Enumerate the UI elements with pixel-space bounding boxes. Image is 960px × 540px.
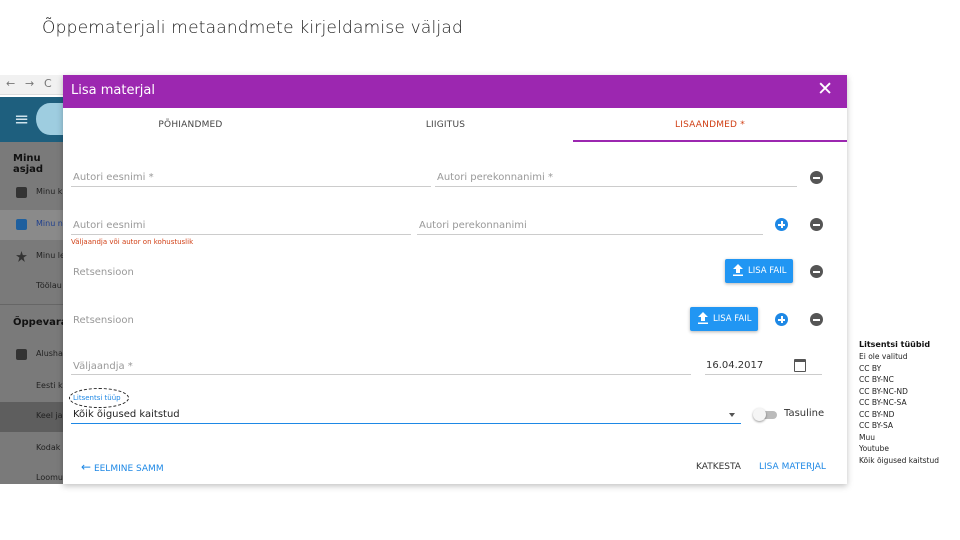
- app-header: ≡: [0, 97, 65, 142]
- add-material-button[interactable]: LISA MATERJAL: [759, 462, 826, 472]
- list-item: CC BY-NC-ND: [859, 386, 908, 396]
- sidebar-item-label: Kodak: [36, 443, 61, 452]
- add-file-button[interactable]: LISA FAIL: [725, 259, 793, 283]
- remove-author-button[interactable]: [810, 171, 823, 184]
- sidebar-divider: [0, 304, 65, 305]
- hamburger-menu-icon[interactable]: ≡: [14, 109, 29, 130]
- sidebar-item-5[interactable]: Alusha: [0, 340, 65, 370]
- toggle-knob: [753, 408, 766, 421]
- add-material-dialog: Lisa materjal ✕ PÕHIANDMED LIIGITUS LISA…: [63, 75, 847, 484]
- sidebar-item-2[interactable]: Minu n: [0, 210, 65, 240]
- add-review-button[interactable]: [775, 313, 788, 326]
- list-item: CC BY: [859, 363, 882, 373]
- sidebar-item-label: Alusha: [36, 349, 63, 358]
- field-underline: [435, 186, 797, 187]
- tab-additional-info[interactable]: LISAANDMED *: [573, 108, 847, 142]
- license-type-select[interactable]: Kõik õigused kaitstud: [73, 409, 180, 420]
- previous-step-label: EELMINE SAMM: [93, 464, 164, 474]
- author-last-name-field[interactable]: Autori perekonnanimi: [419, 220, 527, 231]
- sidebar-section-my-stuff: Minu asjad: [13, 153, 44, 175]
- sidebar-item-1[interactable]: Minu k: [0, 178, 65, 208]
- sidebar-item-9[interactable]: Loomu: [0, 464, 65, 484]
- list-item: Ei ole valitud: [859, 352, 908, 361]
- forward-arrow-icon[interactable]: →: [25, 77, 34, 90]
- sidebar-item-label: Loomu: [36, 473, 63, 482]
- sidebar-item-3[interactable]: Minu le: [0, 242, 65, 272]
- sidebar-item-8[interactable]: Kodak: [0, 434, 65, 464]
- sidebar-item-4[interactable]: Töölau: [0, 272, 65, 302]
- close-icon[interactable]: ✕: [817, 78, 833, 100]
- field-underline: [71, 423, 741, 424]
- sidebar-item-label: Minu k: [36, 187, 63, 196]
- slide-title: Õppematerjali metaandmete kirjeldamise v…: [42, 18, 463, 38]
- reload-icon[interactable]: C: [44, 77, 52, 90]
- paid-toggle-label: Tasuline: [784, 408, 825, 419]
- publication-date-field[interactable]: 16.04.2017: [706, 360, 763, 371]
- sidebar-item-7[interactable]: Keel ja: [0, 402, 65, 432]
- field-underline: [71, 374, 691, 375]
- app-logo[interactable]: [36, 103, 64, 135]
- author-first-name-field[interactable]: Autori eesnimi: [73, 220, 145, 231]
- tab-classification[interactable]: LIIGITUS: [318, 108, 573, 142]
- upload-icon: [698, 312, 708, 324]
- list-item: Muu: [859, 432, 875, 442]
- calendar-icon[interactable]: [794, 359, 806, 372]
- page-icon: [16, 219, 27, 230]
- remove-author-button[interactable]: [810, 218, 823, 231]
- remove-review-button[interactable]: [810, 265, 823, 278]
- publisher-field[interactable]: Väljaandja *: [73, 361, 133, 372]
- paid-toggle[interactable]: [753, 408, 777, 421]
- review-field[interactable]: Retsensioon: [73, 315, 134, 326]
- add-file-label: LISA FAIL: [748, 266, 787, 276]
- arrow-left-icon: ←: [81, 460, 92, 474]
- add-author-button[interactable]: [775, 218, 788, 231]
- sidebar: Minu asjad Minu k Minu n Minu le Töölau …: [0, 142, 65, 484]
- remove-review-button[interactable]: [810, 313, 823, 326]
- dialog-tabs: PÕHIANDMED LIIGITUS LISAANDMED *: [63, 108, 847, 142]
- list-item: CC BY-NC-SA: [859, 398, 907, 407]
- author-first-name-field[interactable]: Autori eesnimi *: [73, 172, 154, 183]
- previous-step-button[interactable]: ← EELMINE SAMM: [81, 460, 164, 474]
- browser-toolbar: ← → C: [0, 75, 65, 95]
- back-arrow-icon[interactable]: ←: [6, 77, 15, 90]
- star-icon: [16, 251, 27, 262]
- field-underline: [71, 186, 431, 187]
- author-last-name-field[interactable]: Autori perekonnanimi *: [437, 172, 553, 183]
- list-item: CC BY-SA: [859, 421, 894, 430]
- license-type-label: Litsentsi tüüp: [73, 394, 121, 402]
- sidebar-item-label: Eesti k: [36, 381, 63, 390]
- field-underline: [705, 374, 822, 375]
- error-message: Väljaandja või autor on kohustuslik: [71, 238, 194, 246]
- add-file-label: LISA FAIL: [713, 314, 752, 324]
- license-types-list: Litsentsi tüübid Ei ole valitud CC BY CC…: [859, 340, 959, 466]
- cancel-button[interactable]: KATKESTA: [696, 462, 741, 472]
- upload-icon: [733, 264, 743, 276]
- chevron-down-icon[interactable]: [729, 413, 735, 417]
- field-underline: [71, 234, 411, 235]
- review-field[interactable]: Retsensioon: [73, 267, 134, 278]
- sidebar-item-label: Minu n: [36, 219, 63, 228]
- license-types-title: Litsentsi tüübid: [859, 340, 931, 349]
- field-underline: [417, 234, 763, 235]
- list-item: Youtube: [859, 444, 889, 453]
- tab-basic-info[interactable]: PÕHIANDMED: [63, 108, 318, 142]
- add-file-button[interactable]: LISA FAIL: [690, 307, 758, 331]
- sidebar-item-label: Keel ja: [36, 411, 63, 420]
- sidebar-item-label: Töölau: [36, 281, 62, 290]
- list-item: CC BY-ND: [859, 409, 895, 419]
- dialog-header: Lisa materjal ✕: [63, 75, 847, 108]
- puzzle-icon: [16, 349, 27, 360]
- sidebar-item-6[interactable]: Eesti k: [0, 372, 65, 402]
- list-item: Kõik õigused kaitstud: [859, 455, 939, 465]
- dialog-title: Lisa materjal: [71, 83, 155, 98]
- sidebar-item-label: Minu le: [36, 251, 65, 260]
- document-icon: [16, 187, 27, 198]
- list-item: CC BY-NC: [859, 375, 894, 384]
- sidebar-section-learning: Õppevara: [13, 317, 65, 328]
